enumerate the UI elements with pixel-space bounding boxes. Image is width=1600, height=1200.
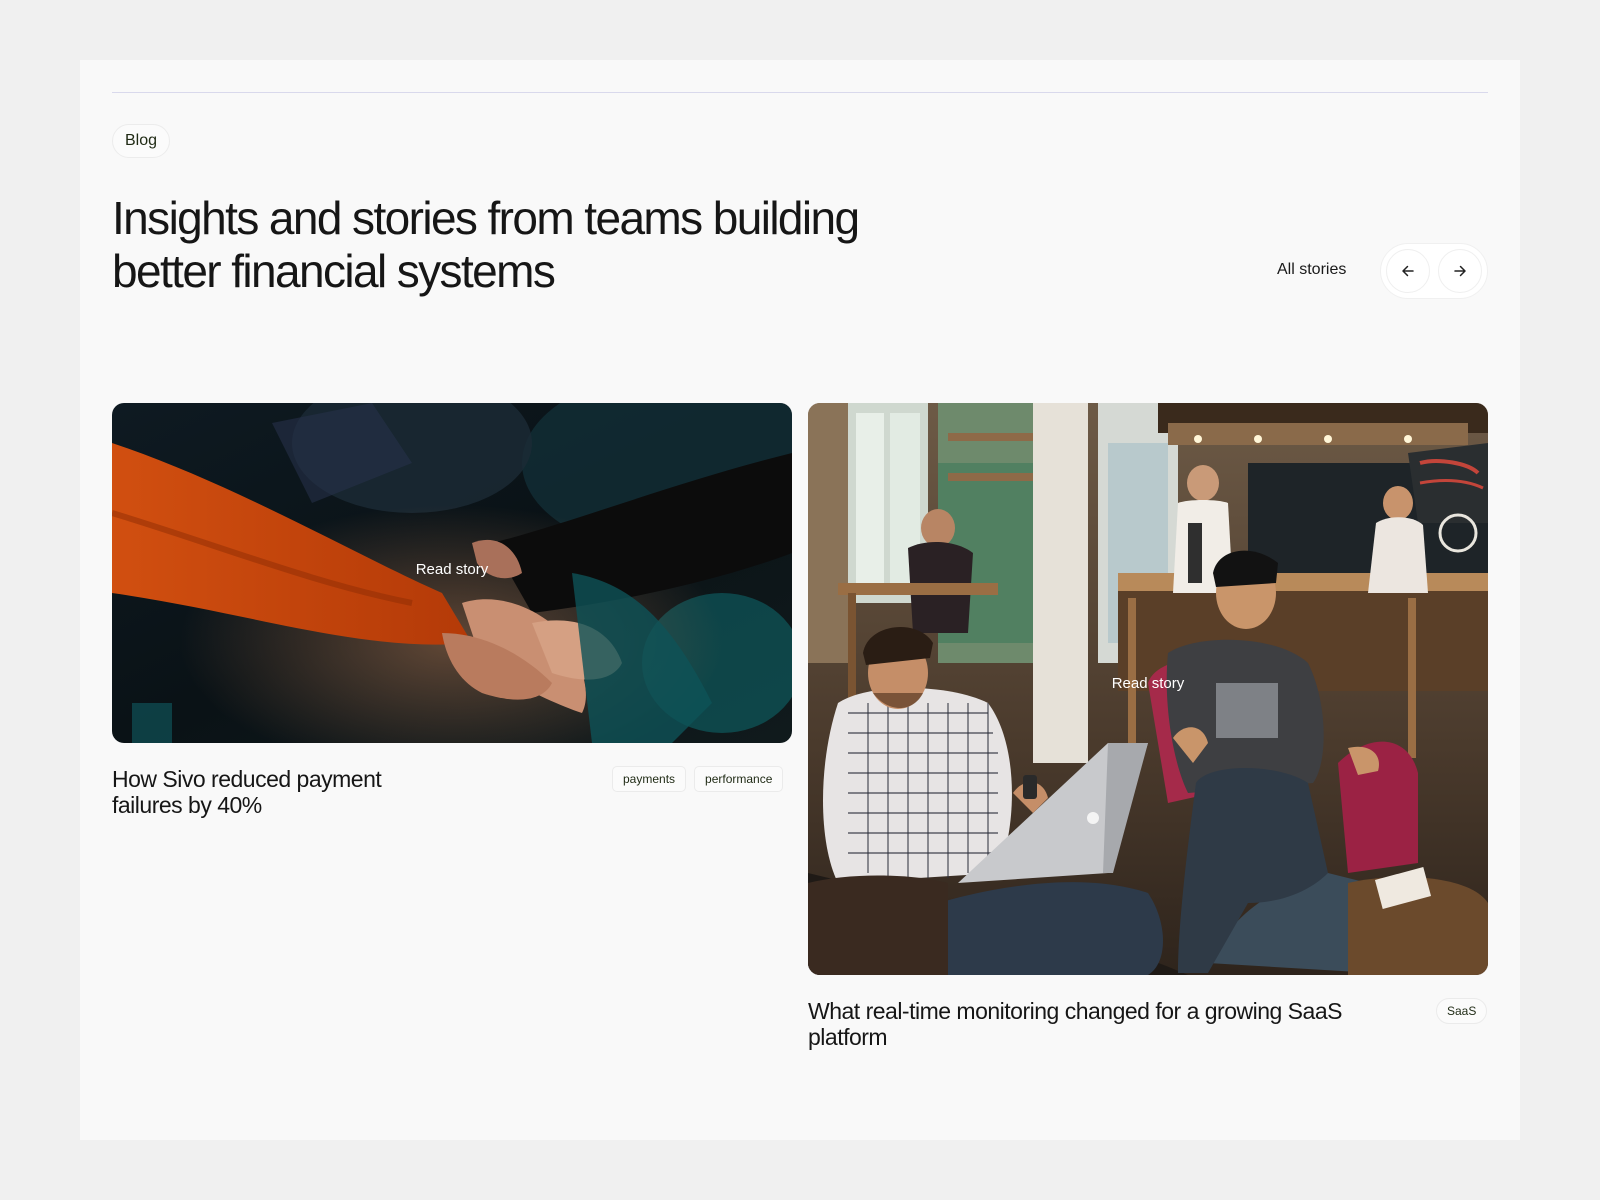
story-title[interactable]: What real-time monitoring changed for a … [808,998,1398,1050]
prev-button[interactable] [1386,249,1430,293]
story-title-line-2: platform [808,1024,888,1050]
headline-line-1: Insights and stories from teams building [112,192,860,244]
section-headline: Insights and stories from teams building… [112,192,1012,298]
story-image-hands[interactable]: Read story [112,403,792,743]
read-story-label[interactable]: Read story [1112,675,1185,692]
tag-saas[interactable]: SaaS [1436,998,1488,1024]
blog-section: Blog Insights and stories from teams bui… [80,60,1520,1140]
arrow-left-icon [1402,265,1414,277]
read-story-label[interactable]: Read story [416,561,489,578]
all-stories-link[interactable]: All stories [1277,261,1346,279]
section-label: Blog [112,124,171,158]
story-title-line-1: What real-time monitoring changed for a … [808,998,1342,1024]
story-title-line-2: failures by 40% [112,792,262,818]
arrow-right-icon [1454,265,1466,277]
story-image-cafe[interactable]: Read story [808,403,1488,975]
story-title[interactable]: How Sivo reduced payment failures by 40% [112,766,532,818]
carousel-nav [1380,243,1488,299]
tag-payments[interactable]: payments [612,766,687,792]
headline-line-2: better financial systems [112,245,556,297]
next-button[interactable] [1438,249,1482,293]
divider [112,92,1488,93]
story-title-line-1: How Sivo reduced payment [112,766,382,792]
story-tags: SaaS [1436,998,1488,1024]
story-tags: payments performance [612,766,784,792]
tag-performance[interactable]: performance [694,766,784,792]
